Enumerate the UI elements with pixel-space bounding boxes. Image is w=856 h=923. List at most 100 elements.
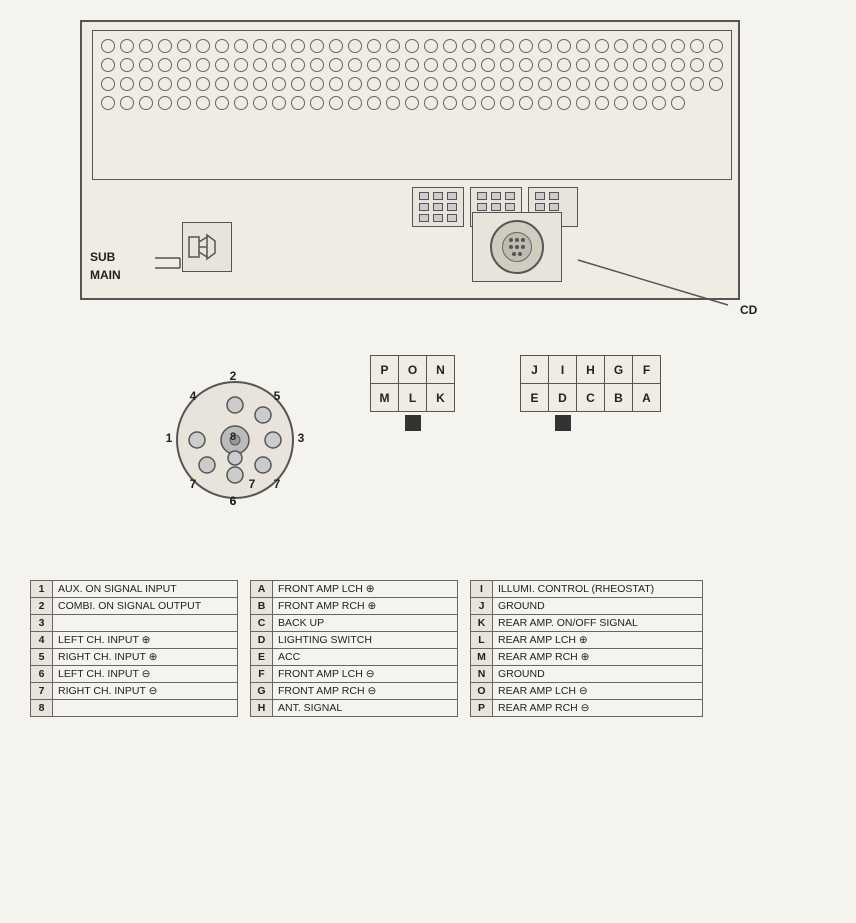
pin-cell: 5 bbox=[31, 649, 53, 666]
vent-area bbox=[92, 30, 732, 180]
vent-hole bbox=[120, 58, 134, 72]
desc-cell: LEFT CH. INPUT ⊕ bbox=[53, 632, 238, 649]
vent-hole bbox=[443, 96, 457, 110]
vent-hole bbox=[671, 39, 685, 53]
vent-hole bbox=[614, 96, 628, 110]
pin-cell: 4 bbox=[31, 632, 53, 649]
pin bbox=[447, 192, 457, 200]
vent-hole bbox=[519, 77, 533, 91]
vent-hole bbox=[633, 96, 647, 110]
cd-pin bbox=[515, 238, 519, 242]
vent-hole bbox=[101, 58, 115, 72]
vent-hole bbox=[310, 58, 324, 72]
vent-hole bbox=[120, 96, 134, 110]
vent-hole bbox=[234, 58, 248, 72]
pin bbox=[433, 214, 443, 222]
vent-hole bbox=[405, 96, 419, 110]
svg-text:7: 7 bbox=[249, 477, 256, 491]
vent-hole bbox=[196, 96, 210, 110]
vent-hole bbox=[196, 39, 210, 53]
table-row: JGROUND bbox=[471, 598, 703, 615]
vent-hole bbox=[557, 58, 571, 72]
vent-hole bbox=[348, 39, 362, 53]
cd-connector-area bbox=[472, 212, 562, 282]
grid-cell-D: D bbox=[549, 384, 577, 412]
pin bbox=[419, 214, 429, 222]
vent-hole bbox=[443, 39, 457, 53]
vent-hole bbox=[386, 77, 400, 91]
vent-hole bbox=[595, 58, 609, 72]
vent-hole bbox=[310, 77, 324, 91]
table-row: DLIGHTING SWITCH bbox=[251, 632, 458, 649]
pin bbox=[491, 192, 501, 200]
vent-hole bbox=[652, 77, 666, 91]
vent-hole bbox=[576, 96, 590, 110]
pin bbox=[433, 192, 443, 200]
vent-hole bbox=[633, 39, 647, 53]
table-left: 1AUX. ON SIGNAL INPUT2COMBI. ON SIGNAL O… bbox=[30, 580, 238, 717]
pin-cell: N bbox=[471, 666, 493, 683]
desc-cell: FRONT AMP RCH ⊖ bbox=[273, 683, 458, 700]
vent-hole bbox=[652, 39, 666, 53]
vent-hole bbox=[215, 39, 229, 53]
vent-hole bbox=[652, 96, 666, 110]
vent-hole bbox=[177, 58, 191, 72]
vent-hole bbox=[671, 58, 685, 72]
pin bbox=[477, 203, 487, 211]
vent-hole bbox=[405, 58, 419, 72]
vent-hole bbox=[538, 58, 552, 72]
vent-hole bbox=[462, 58, 476, 72]
vent-hole bbox=[481, 58, 495, 72]
vent-hole bbox=[690, 39, 704, 53]
table-row: OREAR AMP LCH ⊖ bbox=[471, 683, 703, 700]
vent-hole bbox=[614, 39, 628, 53]
vent-hole bbox=[633, 77, 647, 91]
vent-hole bbox=[329, 39, 343, 53]
vent-hole bbox=[158, 77, 172, 91]
vent-hole bbox=[519, 58, 533, 72]
pin-cell: H bbox=[251, 700, 273, 717]
grid-cell-G: G bbox=[605, 356, 633, 384]
grid-cell-M: M bbox=[371, 384, 399, 412]
desc-cell: FRONT AMP LCH ⊖ bbox=[273, 666, 458, 683]
vent-hole bbox=[196, 77, 210, 91]
pin-diagrams: 2 5 3 7 6 7 1 4 6 7 8 P O N M L K bbox=[80, 345, 780, 545]
pin bbox=[419, 203, 429, 211]
vent-hole bbox=[614, 77, 628, 91]
vent-hole bbox=[557, 39, 571, 53]
grid-cell-H: H bbox=[577, 356, 605, 384]
vent-hole bbox=[234, 96, 248, 110]
pin-cell: P bbox=[471, 700, 493, 717]
vent-hole bbox=[158, 96, 172, 110]
grid-cell-F: F bbox=[633, 356, 661, 384]
cd-circle bbox=[490, 220, 544, 274]
vent-hole bbox=[253, 39, 267, 53]
vent-hole bbox=[424, 96, 438, 110]
grid-cell-L: L bbox=[399, 384, 427, 412]
vent-hole bbox=[120, 39, 134, 53]
vent-hole bbox=[538, 96, 552, 110]
8pin-svg: 2 5 3 7 6 7 1 4 6 7 8 bbox=[155, 350, 315, 520]
desc-cell: REAR AMP LCH ⊕ bbox=[493, 632, 703, 649]
vent-hole bbox=[500, 58, 514, 72]
black-square-2 bbox=[555, 415, 571, 431]
table-row: FFRONT AMP LCH ⊖ bbox=[251, 666, 458, 683]
grid-cell-K: K bbox=[427, 384, 455, 412]
table-row: EACC bbox=[251, 649, 458, 666]
grid-cell-N: N bbox=[427, 356, 455, 384]
pin bbox=[491, 203, 501, 211]
desc-cell: BACK UP bbox=[273, 615, 458, 632]
grid-cell-J: J bbox=[521, 356, 549, 384]
pin-cell: J bbox=[471, 598, 493, 615]
svg-text:8: 8 bbox=[230, 431, 236, 443]
cd-pin bbox=[518, 252, 522, 256]
vent-hole bbox=[177, 77, 191, 91]
svg-text:1: 1 bbox=[166, 431, 173, 445]
cd-label: CD bbox=[740, 303, 757, 317]
vent-hole bbox=[462, 77, 476, 91]
vent-hole bbox=[158, 39, 172, 53]
vent-hole bbox=[120, 77, 134, 91]
svg-text:3: 3 bbox=[298, 431, 305, 445]
pin-cell: I bbox=[471, 581, 493, 598]
vent-hole bbox=[595, 77, 609, 91]
